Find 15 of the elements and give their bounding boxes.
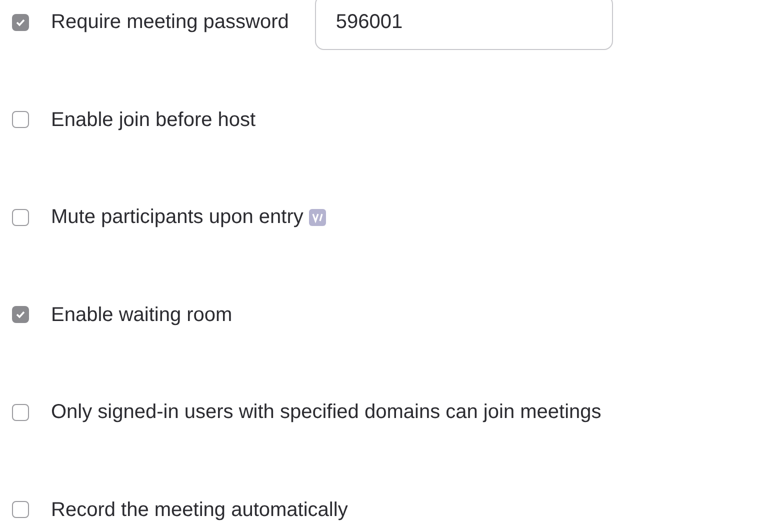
option-label: Record the meeting automatically (51, 498, 348, 523)
checkbox[interactable] (12, 306, 29, 324)
option-label: Only signed-in users with specified domains can join meetings (51, 400, 602, 426)
option-label: Enable waiting room (51, 302, 232, 328)
checkbox[interactable] (12, 111, 29, 128)
checkbox[interactable] (12, 501, 29, 518)
checkbox[interactable] (12, 404, 29, 421)
option-label: Mute participants upon entry (51, 205, 304, 230)
checkbox[interactable] (12, 208, 29, 226)
check-icon (15, 309, 26, 320)
option-label: Enable join before host (51, 108, 256, 133)
option-label: Require meeting password (51, 10, 289, 35)
checkbox[interactable] (12, 14, 29, 30)
check-icon (15, 16, 26, 28)
password-field[interactable]: 596001 (314, 0, 613, 50)
